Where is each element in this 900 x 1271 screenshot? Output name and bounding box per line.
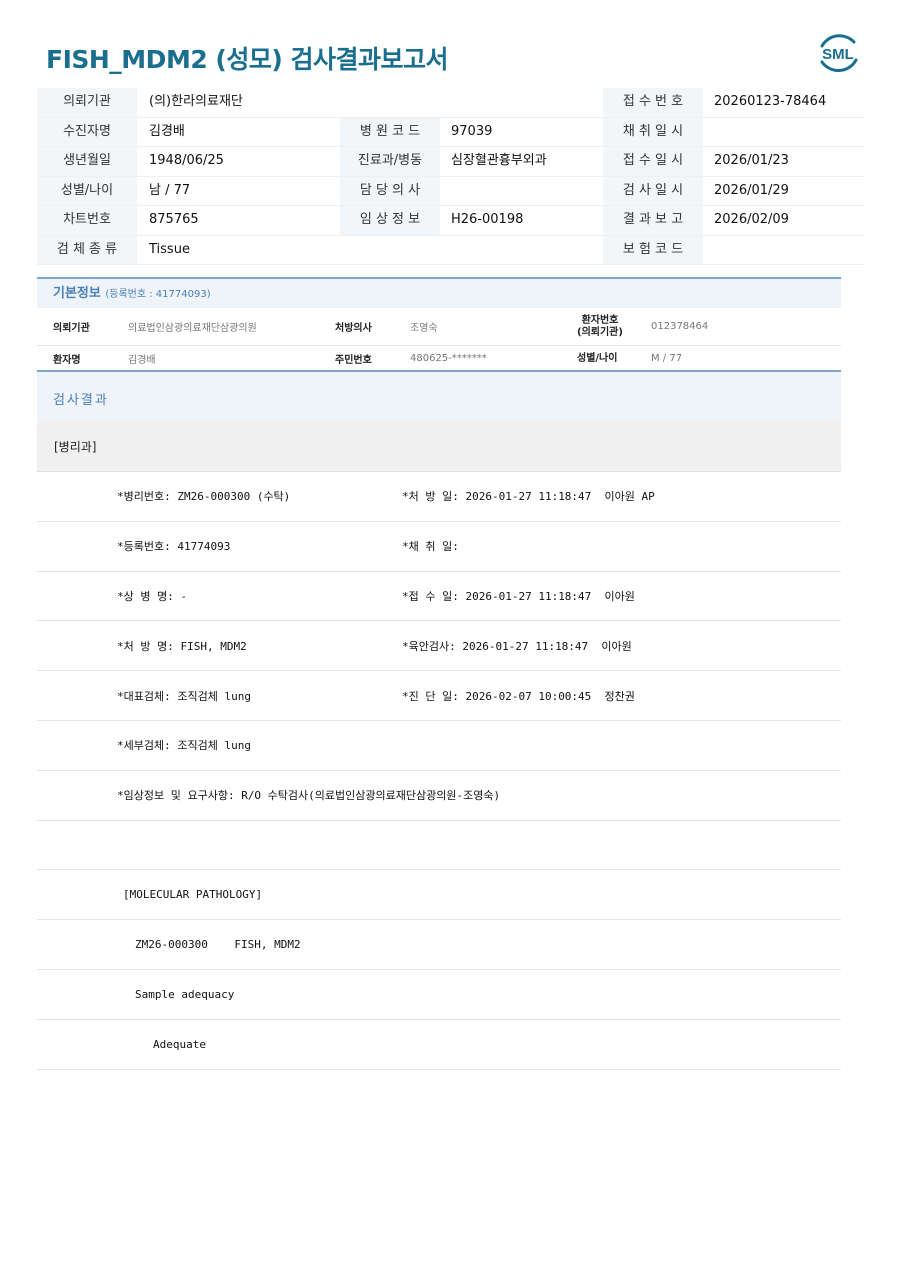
result-field-left: *처 방 명: FISH, MDM2: [117, 639, 247, 653]
info-value: 20260123-78464: [714, 94, 827, 109]
result-field-right: *접 수 일: 2026-01-27 11:18:47 이아원: [402, 589, 635, 603]
result-rows: *병리번호: ZM26-000300 (수탁) *처 방 일: 2026-01-…: [37, 472, 841, 1070]
molecular-case-line: ZM26-000300 FISH, MDM2: [135, 938, 301, 952]
info-value: [451, 177, 611, 206]
result-header: 검사결과: [37, 370, 841, 423]
result-field-left: *병리번호: ZM26-000300 (수탁): [117, 490, 291, 504]
result-row: *임상정보 및 요구사항: R/O 수탁검사(의료법인삼광의료재단삼광의원-조영…: [37, 771, 841, 821]
info-label: 병 원 코 드: [340, 117, 440, 146]
info-value: 2026/01/23: [714, 153, 789, 168]
info-row: 수진자명 김경배 병 원 코 드 97039 채 취 일 시: [37, 117, 864, 147]
info-row: 성별/나이 남 / 77 담 당 의 사 검 사 일 시 2026/01/29: [37, 176, 864, 206]
result-field-right: *채 취 일:: [402, 540, 459, 554]
result-field-right: *처 방 일: 2026-01-27 11:18:47 이아원 AP: [402, 490, 655, 504]
result-row: [MOLECULAR PATHOLOGY]: [37, 870, 841, 921]
pathology-section-label: [병리과]: [54, 440, 97, 454]
info-label: 보 험 코 드: [603, 235, 703, 264]
basic-label: 의뢰기관: [53, 323, 90, 334]
result-row-empty: [37, 821, 841, 871]
basic-value: 012378464: [651, 321, 709, 332]
sml-logo: SML: [820, 34, 858, 73]
info-value: 2026/02/09: [714, 212, 789, 227]
basic-value: 480625-*******: [410, 353, 487, 364]
basic-info-heading: 기본정보: [53, 286, 101, 301]
basic-label: 환자번호 (의뢰기관): [577, 308, 623, 345]
basic-info-section: 기본정보 (등록번호 : 41774093) 의뢰기관 의료법인삼광의료재단삼광…: [37, 277, 841, 372]
info-label: 결 과 보 고: [603, 206, 703, 235]
info-value: 심장혈관흉부외과: [451, 153, 547, 168]
result-row: *대표검체: 조직검체 lung *진 단 일: 2026-02-07 10:0…: [37, 671, 841, 721]
patient-number-sublabel: (의뢰기관): [577, 326, 623, 338]
info-label: 차트번호: [37, 206, 137, 235]
info-row: 의뢰기관 (의)한라의료재단 접 수 번 호 20260123-78464: [37, 88, 864, 118]
result-field-left: *임상정보 및 요구사항: R/O 수탁검사(의료법인삼광의료재단삼광의원-조영…: [117, 789, 501, 803]
info-value: [714, 118, 864, 147]
info-label: 검 사 일 시: [603, 176, 703, 205]
report-title: FISH_MDM2 (성모) 검사결과보고서: [46, 45, 448, 74]
basic-value: 의료법인삼광의료재단삼광의원: [128, 323, 257, 334]
basic-info-header: 기본정보 (등록번호 : 41774093): [37, 277, 841, 308]
basic-value: M / 77: [651, 353, 683, 364]
info-row: 차트번호 875765 임 상 정 보 H26-00198 결 과 보 고 20…: [37, 206, 864, 236]
info-value: Tissue: [149, 241, 190, 257]
basic-value: 조영숙: [410, 323, 438, 334]
info-table: 의뢰기관 (의)한라의료재단 접 수 번 호 20260123-78464 수진…: [37, 88, 864, 265]
basic-label: 환자명: [53, 355, 81, 366]
molecular-pathology-title: [MOLECULAR PATHOLOGY]: [123, 888, 263, 902]
info-label: 접 수 일 시: [603, 147, 703, 176]
info-label: 채 취 일 시: [603, 117, 703, 146]
result-row: *상 병 명: - *접 수 일: 2026-01-27 11:18:47 이아…: [37, 572, 841, 622]
info-label: 수진자명: [37, 117, 137, 146]
info-value: (의)한라의료재단: [149, 94, 243, 109]
basic-label: 성별/나이: [577, 352, 618, 364]
info-value: 97039: [451, 123, 493, 139]
basic-label: 주민번호: [335, 355, 372, 366]
sample-adequacy-value: Adequate: [153, 1037, 206, 1051]
info-row: 검 체 종 류 Tissue 보 험 코 드: [37, 235, 864, 265]
info-label: 성별/나이: [37, 176, 137, 205]
info-value: H26-00198: [451, 212, 524, 227]
basic-value: 김경배: [128, 355, 156, 366]
result-field-left: *대표검체: 조직검체 lung: [117, 689, 251, 703]
basic-info-row: 의뢰기관 의료법인삼광의료재단삼광의원 처방의사 조영숙 환자번호 (의뢰기관)…: [37, 308, 841, 346]
sample-adequacy-label: Sample adequacy: [135, 987, 235, 1001]
result-field-right: *육안검사: 2026-01-27 11:18:47 이아원: [402, 639, 632, 653]
result-row: *병리번호: ZM26-000300 (수탁) *처 방 일: 2026-01-…: [37, 472, 841, 522]
info-value: [714, 236, 864, 265]
info-row: 생년월일 1948/06/25 진료과/병동 심장혈관흉부외과 접 수 일 시 …: [37, 147, 864, 177]
info-label: 검 체 종 류: [37, 235, 137, 264]
info-label: 생년월일: [37, 147, 137, 176]
info-label: 임 상 정 보: [340, 206, 440, 235]
result-field-left: *등록번호: 41774093: [117, 540, 231, 554]
basic-info-row: 환자명 김경배 주민번호 480625-******* 성별/나이 M / 77: [37, 346, 841, 372]
result-row: *처 방 명: FISH, MDM2 *육안검사: 2026-01-27 11:…: [37, 621, 841, 672]
basic-label: 처방의사: [335, 323, 372, 334]
result-field-left: *세부검체: 조직검체 lung: [117, 739, 251, 753]
result-heading: 검사결과: [53, 393, 109, 408]
info-label: 담 당 의 사: [340, 176, 440, 205]
logo-text: SML: [822, 46, 854, 63]
result-field-left: *상 병 명: -: [117, 589, 188, 603]
result-row: Adequate: [37, 1020, 841, 1070]
info-label: 접 수 번 호: [603, 88, 703, 117]
info-label: 진료과/병동: [340, 147, 440, 176]
patient-number-label: 환자번호: [581, 314, 619, 326]
pathology-section-header: [병리과]: [37, 421, 841, 472]
result-row: Sample adequacy: [37, 970, 841, 1020]
registration-number: (등록번호 : 41774093): [105, 289, 211, 300]
result-row: *등록번호: 41774093 *채 취 일:: [37, 522, 841, 572]
info-value: 2026/01/29: [714, 182, 789, 198]
result-row: *세부검체: 조직검체 lung: [37, 721, 841, 771]
info-label: 의뢰기관: [37, 88, 137, 117]
result-row: ZM26-000300 FISH, MDM2: [37, 920, 841, 970]
result-field-right: *진 단 일: 2026-02-07 10:00:45 정찬권: [402, 689, 635, 703]
